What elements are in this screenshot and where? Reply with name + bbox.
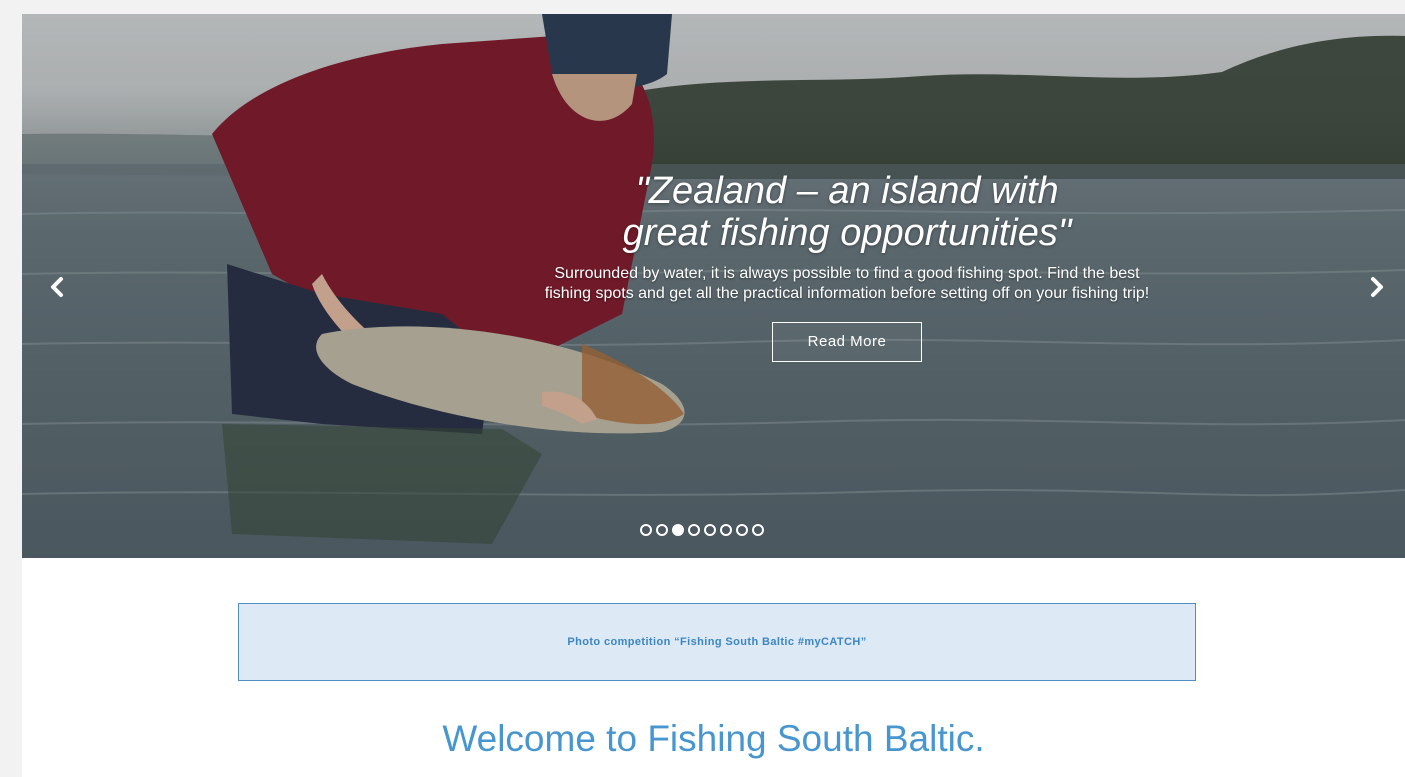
slider-dot-8[interactable] [752, 524, 764, 536]
hero-slider: "Zealand – an island with great fishing … [22, 14, 1405, 558]
photo-competition-link[interactable]: Photo competition “Fishing South Baltic … [567, 636, 866, 648]
slider-next-button[interactable] [1362, 272, 1392, 302]
read-more-button[interactable]: Read More [772, 322, 922, 362]
slide-description-line-1: Surrounded by water, it is always possib… [554, 265, 1140, 282]
slider-dot-2[interactable] [656, 524, 668, 536]
chevron-left-icon [51, 277, 63, 297]
slide-description-line-2: fishing spots and get all the practical … [544, 285, 1150, 302]
slider-prev-button[interactable] [42, 272, 72, 302]
slider-dot-4[interactable] [688, 524, 700, 536]
page: "Zealand – an island with great fishing … [22, 14, 1405, 777]
slider-dot-3[interactable] [672, 524, 684, 536]
slide-caption: "Zealand – an island with great fishing … [482, 170, 1212, 362]
slider-dot-7[interactable] [736, 524, 748, 536]
photo-competition-banner[interactable]: Photo competition “Fishing South Baltic … [238, 603, 1196, 681]
slider-dot-5[interactable] [704, 524, 716, 536]
slide-title-line-2: great fishing opportunities" [622, 212, 1072, 254]
welcome-heading: Welcome to Fishing South Baltic. [442, 718, 985, 759]
slide-title-line-1: "Zealand – an island with [635, 170, 1059, 212]
slide-title: "Zealand – an island with great fishing … [482, 170, 1212, 254]
slide-description: Surrounded by water, it is always possib… [482, 264, 1212, 304]
chevron-right-icon [1371, 277, 1383, 297]
slider-dot-6[interactable] [720, 524, 732, 536]
slider-dot-1[interactable] [640, 524, 652, 536]
slider-pagination [640, 524, 764, 540]
